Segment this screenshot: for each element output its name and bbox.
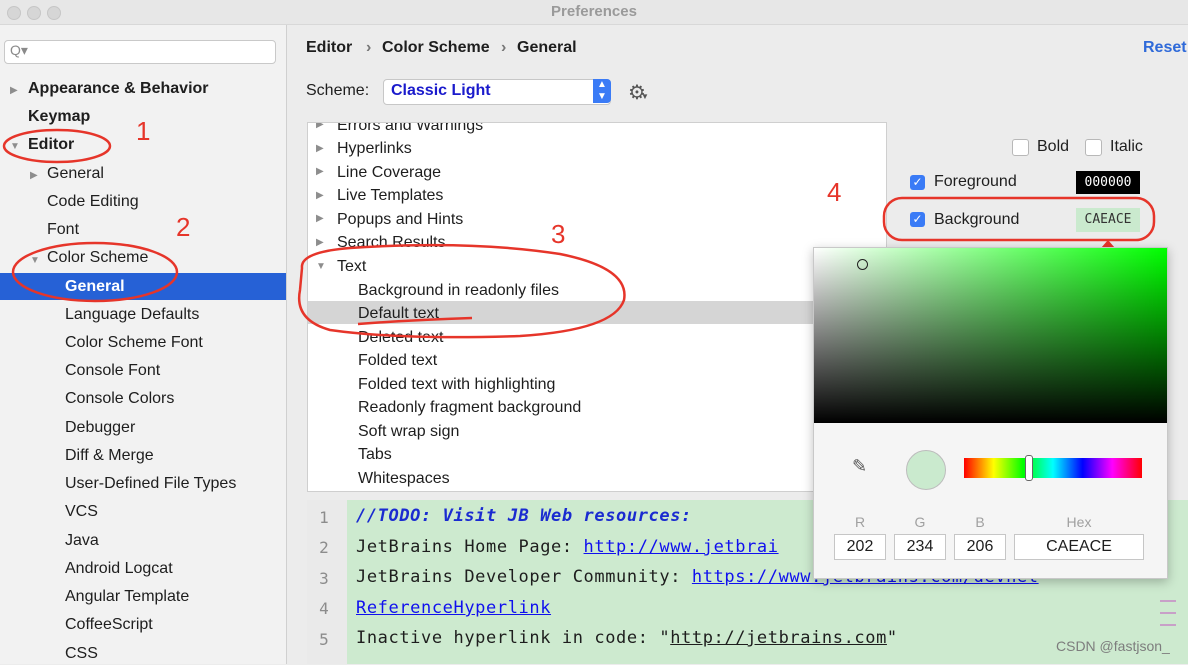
annotation-number-1: 1 [136,116,151,146]
annotation-circle-editor [2,128,112,164]
annotation-overlay [2,128,1156,339]
annotation-number-3: 3 [551,219,566,249]
annotation-circle-text [297,243,626,339]
annotation-number-4: 4 [827,177,842,207]
annotation-box-background [882,196,1156,242]
annotation-circle-color-scheme [11,241,179,303]
annotation-underline-default-text [357,316,473,326]
annotation-number-2: 2 [176,212,191,242]
